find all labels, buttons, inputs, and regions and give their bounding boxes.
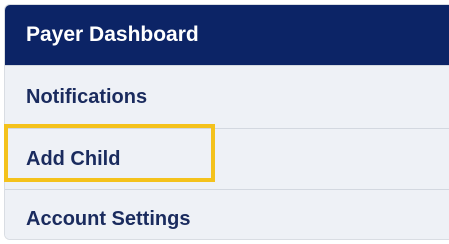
menu-item-account-settings[interactable]: Account Settings: [5, 189, 449, 239]
payer-dashboard-menu: Payer Dashboard Notifications Add Child …: [4, 4, 449, 240]
menu-item-add-child[interactable]: Add Child: [5, 128, 449, 189]
menu-header[interactable]: Payer Dashboard: [5, 5, 449, 65]
menu-item-notifications[interactable]: Notifications: [5, 65, 449, 128]
